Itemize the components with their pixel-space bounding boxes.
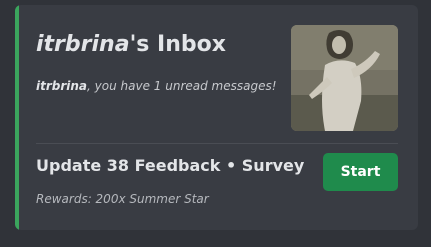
- unread-message-suffix: , you have 1 unread messages!: [87, 79, 277, 93]
- divider: [36, 143, 398, 144]
- inbox-title: itrbrina's Inbox: [36, 32, 226, 57]
- accent-bar: [15, 5, 19, 230]
- quest-title: Update 38 Feedback • Survey: [36, 156, 305, 175]
- inbox-title-suffix: 's Inbox: [129, 32, 226, 57]
- unread-message-text: itrbrina, you have 1 unread messages!: [36, 79, 277, 93]
- vintage-photo-person-icon: [291, 25, 398, 131]
- inbox-card: itrbrina's Inbox itrbrina, you have 1 un…: [15, 5, 418, 230]
- inbox-title-username: itrbrina: [36, 32, 130, 57]
- start-button[interactable]: Start: [323, 153, 398, 191]
- inbox-thumbnail-image: [291, 25, 398, 131]
- quest-rewards: Rewards: 200x Summer Star: [36, 192, 209, 206]
- unread-message-username: itrbrina: [36, 79, 88, 93]
